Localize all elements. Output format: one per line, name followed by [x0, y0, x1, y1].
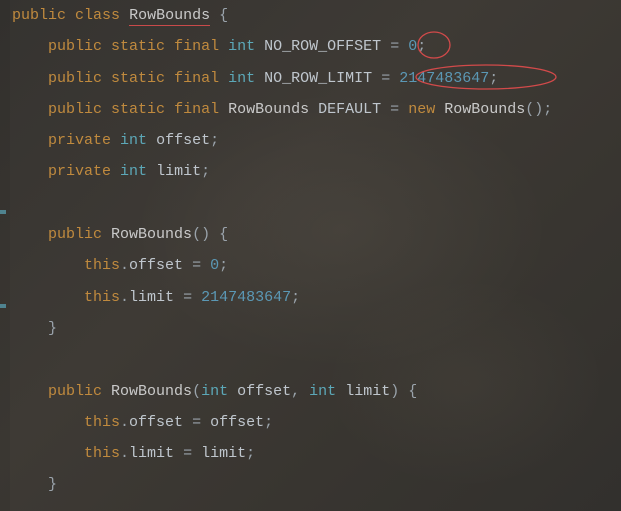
field-offset: offset: [129, 414, 183, 431]
keyword-final: final: [174, 101, 219, 118]
const-no-row-limit: NO_ROW_LIMIT: [264, 70, 372, 87]
keyword-public: public: [48, 226, 102, 243]
semicolon: ;: [210, 132, 219, 149]
type-int: int: [120, 132, 147, 149]
type-rowbounds: RowBounds: [228, 101, 309, 118]
equals-op: =: [192, 414, 201, 431]
paren-close: ): [534, 101, 543, 118]
brace-open: {: [219, 7, 228, 24]
semicolon: ;: [417, 38, 426, 55]
type-int: int: [228, 70, 255, 87]
brace-close: }: [48, 320, 57, 337]
param-limit: limit: [345, 383, 390, 400]
type-int: int: [228, 38, 255, 55]
keyword-final: final: [174, 38, 219, 55]
field-offset: offset: [156, 132, 210, 149]
keyword-this: this: [84, 414, 120, 431]
dot: .: [120, 257, 129, 274]
comma: ,: [291, 383, 300, 400]
semicolon: ;: [291, 289, 300, 306]
equals-op: =: [192, 257, 201, 274]
keyword-static: static: [111, 70, 165, 87]
semicolon: ;: [264, 414, 273, 431]
paren-open: (: [525, 101, 534, 118]
keyword-final: final: [174, 70, 219, 87]
type-int: int: [309, 383, 336, 400]
ctor-name: RowBounds: [111, 226, 192, 243]
semicolon: ;: [489, 70, 498, 87]
param-offset: offset: [237, 383, 291, 400]
keyword-this: this: [84, 289, 120, 306]
param-offset: offset: [210, 414, 264, 431]
paren-open: (: [192, 226, 201, 243]
dot: .: [120, 289, 129, 306]
paren-open: (: [192, 383, 201, 400]
keyword-this: this: [84, 257, 120, 274]
keyword-this: this: [84, 445, 120, 462]
equals-op: =: [381, 70, 390, 87]
param-limit: limit: [201, 445, 246, 462]
semicolon: ;: [219, 257, 228, 274]
literal-zero: 0: [408, 38, 417, 55]
type-int: int: [201, 383, 228, 400]
field-offset: offset: [129, 257, 183, 274]
equals-op: =: [390, 101, 399, 118]
literal-zero: 0: [210, 257, 219, 274]
field-limit: limit: [129, 289, 174, 306]
keyword-public: public: [48, 383, 102, 400]
keyword-private: private: [48, 132, 111, 149]
field-limit: limit: [129, 445, 174, 462]
paren-close: ): [390, 383, 399, 400]
equals-op: =: [390, 38, 399, 55]
semicolon: ;: [543, 101, 552, 118]
brace-close: }: [48, 476, 57, 493]
classname-rowbounds: RowBounds: [129, 7, 210, 26]
keyword-class: class: [75, 7, 120, 24]
ctor-name: RowBounds: [111, 383, 192, 400]
equals-op: =: [183, 445, 192, 462]
keyword-static: static: [111, 101, 165, 118]
literal-intmax: 2147483647: [201, 289, 291, 306]
brace-open: {: [408, 383, 417, 400]
keyword-public: public: [48, 101, 102, 118]
ctor-rowbounds: RowBounds: [444, 101, 525, 118]
keyword-new: new: [408, 101, 435, 118]
semicolon: ;: [201, 163, 210, 180]
brace-open: {: [219, 226, 228, 243]
paren-close: ): [201, 226, 210, 243]
type-int: int: [120, 163, 147, 180]
code-block: public class RowBounds { public static f…: [0, 0, 621, 501]
field-limit: limit: [156, 163, 201, 180]
keyword-public: public: [48, 70, 102, 87]
keyword-public: public: [48, 38, 102, 55]
semicolon: ;: [246, 445, 255, 462]
keyword-private: private: [48, 163, 111, 180]
equals-op: =: [183, 289, 192, 306]
const-default: DEFAULT: [318, 101, 381, 118]
dot: .: [120, 414, 129, 431]
literal-intmax: 2147483647: [399, 70, 489, 87]
keyword-static: static: [111, 38, 165, 55]
dot: .: [120, 445, 129, 462]
const-no-row-offset: NO_ROW_OFFSET: [264, 38, 381, 55]
keyword-public: public: [12, 7, 66, 24]
